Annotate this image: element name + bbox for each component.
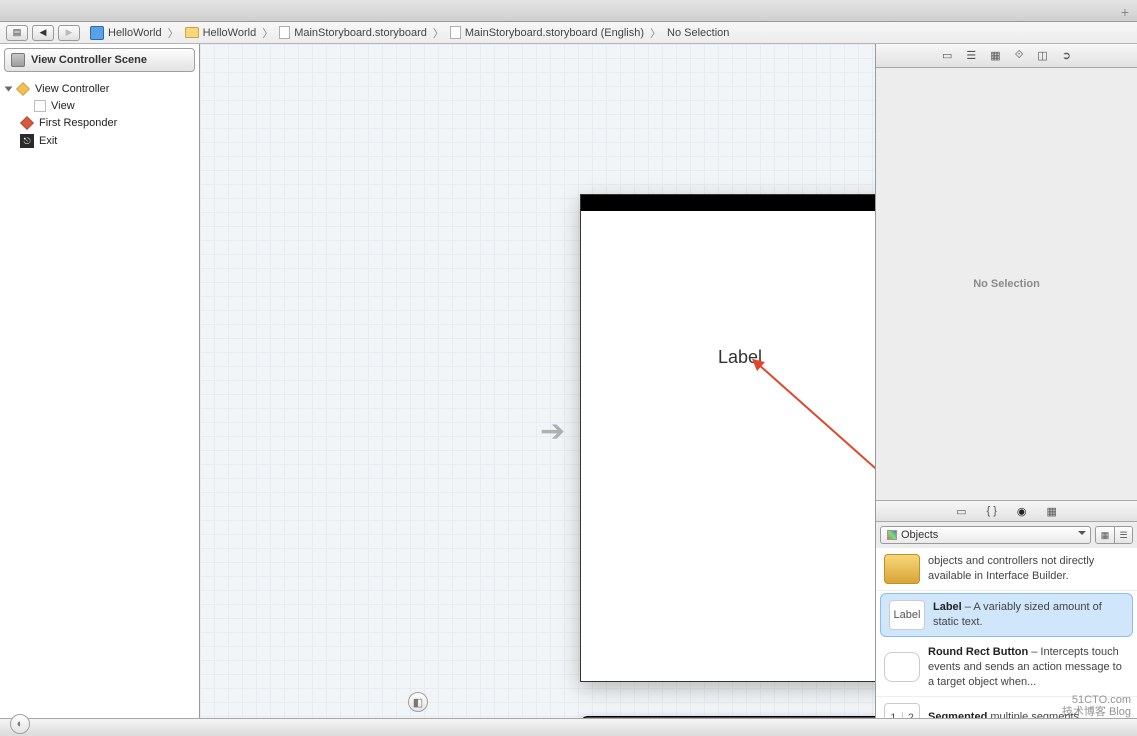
- object-library-tab-icon[interactable]: ◉: [1017, 505, 1027, 518]
- file-icon: [279, 26, 290, 39]
- outline-label: View Controller: [35, 83, 109, 95]
- library-thumb-button: [884, 652, 920, 682]
- exit-icon: ⎋: [20, 134, 34, 148]
- library-view-mode: ▦ ☰: [1095, 526, 1133, 544]
- scene-header[interactable]: View Controller Scene: [4, 48, 195, 72]
- inspector-tab-bar: ▭ ☰ ▦ ⟐ ◫ ➲: [876, 44, 1137, 68]
- object-library-list[interactable]: objects and controllers not directly ava…: [876, 548, 1137, 718]
- no-selection-label: No Selection: [973, 278, 1040, 290]
- outline-label: Exit: [39, 135, 57, 147]
- inspector-body: No Selection: [876, 68, 1137, 500]
- add-tab-button[interactable]: +: [1121, 4, 1129, 20]
- status-bar: [581, 195, 875, 211]
- watermark: 51CTO.com 技术博客 Blog: [1062, 694, 1131, 718]
- library-thumb-label: Label: [889, 600, 925, 630]
- library-item-text: Round Rect Button – Intercepts touch eve…: [928, 645, 1129, 690]
- footer-bar: [0, 718, 1137, 736]
- related-items-button[interactable]: ▤: [6, 25, 28, 41]
- view-icon: [34, 100, 46, 112]
- outline-tree: View Controller View First Responder ⎋ E…: [0, 76, 199, 154]
- view-controller-icon: [16, 82, 30, 96]
- outline-label: First Responder: [39, 117, 117, 129]
- crumb-group[interactable]: HelloWorld: [181, 27, 261, 39]
- crumb-localization[interactable]: MainStoryboard.storyboard (English): [446, 26, 648, 39]
- crumb-label: HelloWorld: [108, 27, 162, 39]
- uilabel[interactable]: Label: [581, 347, 875, 368]
- outline-toggle-button[interactable]: ◧: [408, 692, 428, 712]
- grid-view-button[interactable]: ▦: [1096, 527, 1114, 543]
- body-row: View Controller Scene View Controller Vi…: [0, 44, 1137, 718]
- outline-first-responder[interactable]: First Responder: [6, 114, 193, 132]
- forward-button[interactable]: ▶: [58, 25, 80, 41]
- list-view-button[interactable]: ☰: [1114, 527, 1132, 543]
- library-item-button[interactable]: Round Rect Button – Intercepts touch eve…: [876, 639, 1137, 697]
- crumb-selection[interactable]: No Selection: [663, 27, 733, 39]
- outline-view-controller[interactable]: View Controller: [6, 80, 193, 98]
- initial-scene-arrow-icon[interactable]: ➔: [540, 414, 565, 449]
- library-swatch-icon: [887, 530, 897, 540]
- connections-inspector-tab-icon[interactable]: ➲: [1062, 49, 1071, 62]
- scene-view[interactable]: Label: [580, 194, 875, 682]
- code-snippet-library-tab-icon[interactable]: { }: [986, 505, 996, 517]
- scene-icon: [11, 53, 25, 67]
- crumb-label: MainStoryboard.storyboard: [294, 27, 427, 39]
- library-item-label[interactable]: Label Label – A variably sized amount of…: [880, 593, 1133, 637]
- library-thumb-segmented: 12: [884, 703, 920, 718]
- library-thumb-icon: [884, 554, 920, 584]
- file-inspector-tab-icon[interactable]: ▭: [942, 49, 952, 62]
- crumb-project[interactable]: HelloWorld: [86, 26, 166, 40]
- jump-bar[interactable]: ▤ ◀ ▶ HelloWorld 〉 HelloWorld 〉 MainStor…: [0, 22, 1137, 44]
- crumb-file[interactable]: MainStoryboard.storyboard: [275, 26, 431, 39]
- library-filter-row: Objects ▦ ☰: [876, 522, 1137, 548]
- attributes-inspector-tab-icon[interactable]: ⟐: [1015, 49, 1024, 62]
- xcode-window: { "breadcrumbs":{ "items":["HelloWorld",…: [0, 0, 1137, 736]
- document-outline: View Controller Scene View Controller Vi…: [0, 44, 200, 718]
- library-item-custom-objects[interactable]: objects and controllers not directly ava…: [876, 548, 1137, 591]
- media-library-tab-icon[interactable]: ▦: [1047, 505, 1057, 518]
- back-button[interactable]: ◀: [32, 25, 54, 41]
- crumb-label: No Selection: [667, 27, 729, 39]
- folder-icon: [185, 27, 199, 38]
- nav-history-group: ▤ ◀ ▶: [6, 25, 80, 41]
- scene-dock[interactable]: ⎋: [580, 716, 875, 718]
- outline-label: View: [51, 100, 75, 112]
- outline-exit[interactable]: ⎋ Exit: [6, 132, 193, 150]
- canvas[interactable]: ➔ Label ⎋ ◧ ⫞ ⊞ △ − = +: [200, 44, 875, 718]
- utilities-panel: ▭ ☰ ▦ ⟐ ◫ ➲ No Selection ▭ { } ◉ ▦ Objec…: [875, 44, 1137, 718]
- status-button[interactable]: ◐: [10, 714, 30, 734]
- library-filter-label: Objects: [901, 529, 938, 541]
- disclosure-triangle-icon[interactable]: [5, 87, 13, 92]
- window-titlebar: +: [0, 0, 1137, 22]
- library-filter-popup[interactable]: Objects: [880, 526, 1091, 544]
- library-item-text: objects and controllers not directly ava…: [928, 554, 1129, 584]
- identity-inspector-tab-icon[interactable]: ▦: [990, 49, 1000, 62]
- file-template-library-tab-icon[interactable]: ▭: [956, 505, 966, 518]
- library-item-text: Label – A variably sized amount of stati…: [933, 600, 1124, 630]
- first-responder-icon: [20, 116, 34, 130]
- file-icon: [450, 26, 461, 39]
- library-tab-bar: ▭ { } ◉ ▦: [876, 500, 1137, 522]
- project-icon: [90, 26, 104, 40]
- quick-help-tab-icon[interactable]: ☰: [966, 49, 976, 62]
- size-inspector-tab-icon[interactable]: ◫: [1037, 49, 1047, 62]
- scene-header-label: View Controller Scene: [31, 54, 147, 66]
- crumb-label: HelloWorld: [203, 27, 257, 39]
- crumb-label: MainStoryboard.storyboard (English): [465, 27, 644, 39]
- outline-view[interactable]: View: [6, 98, 193, 114]
